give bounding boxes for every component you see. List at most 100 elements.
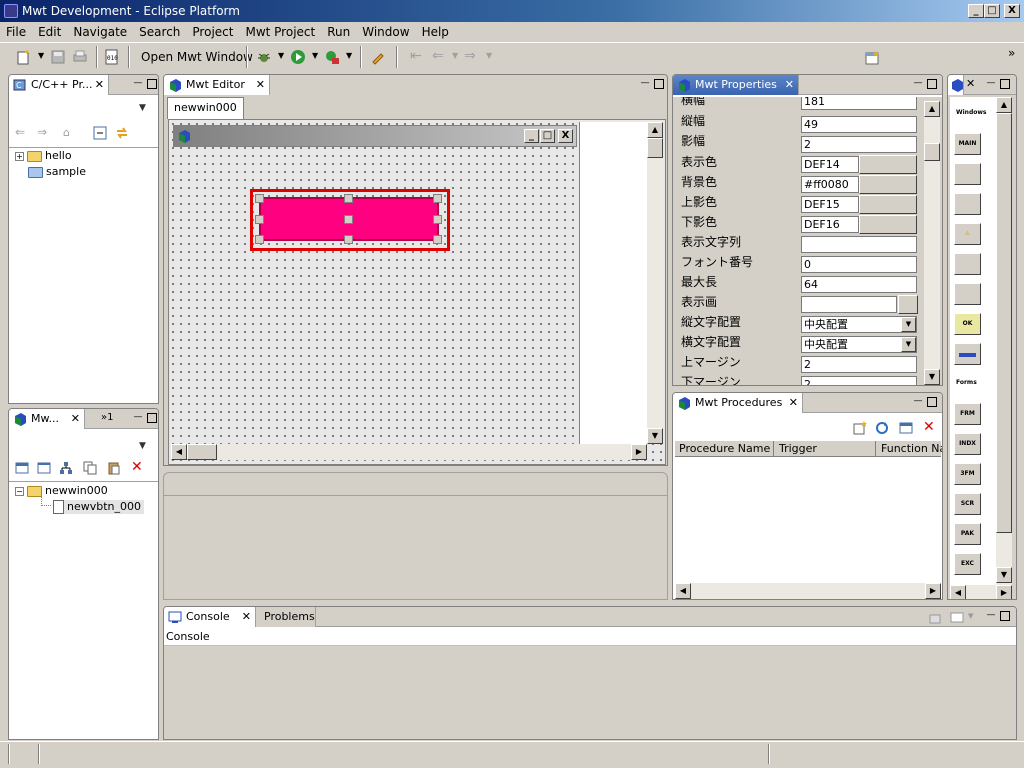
prop-input-shadow[interactable]: 2 <box>801 136 917 153</box>
prop-input-top-shadow[interactable]: DEF15 <box>801 196 859 213</box>
scroll-down-icon[interactable]: ▼ <box>996 567 1012 583</box>
hierarchy-icon[interactable] <box>59 461 73 475</box>
minimize-view-icon[interactable]: — <box>913 397 923 407</box>
new-window-icon[interactable] <box>15 461 29 475</box>
last-edit-icon[interactable]: ⇤ <box>410 48 422 64</box>
palette-ok-widget[interactable]: OK <box>954 313 981 335</box>
open-console-icon[interactable] <box>950 611 964 625</box>
design-close-button[interactable]: X <box>558 129 573 143</box>
scroll-left-icon[interactable]: ◀ <box>675 583 691 599</box>
delete-icon[interactable]: ✕ <box>923 419 935 435</box>
palette-indx-button[interactable]: INDX <box>954 433 981 455</box>
minimize-view-icon[interactable]: — <box>133 79 143 89</box>
bgcolor-picker-button[interactable] <box>859 175 917 194</box>
scroll-left-icon[interactable]: ◀ <box>171 444 187 460</box>
scroll-thumb[interactable] <box>924 143 940 161</box>
design-canvas[interactable]: _ □ X ▲ ▼ ◀ ▶ <box>168 119 666 465</box>
tab-mwt-properties[interactable]: Mwt Properties ✕ <box>673 75 799 95</box>
back-dropdown-icon[interactable]: ▼ <box>452 51 458 60</box>
image-browse-button[interactable] <box>898 295 918 314</box>
menu-run[interactable]: Run <box>321 22 356 39</box>
scroll-down-icon[interactable]: ▼ <box>924 369 940 385</box>
resize-handle[interactable] <box>344 215 353 224</box>
debug-icon[interactable] <box>256 49 272 65</box>
palette-warning-widget[interactable]: ⚠ <box>954 223 981 245</box>
maximize-view-icon[interactable] <box>1000 79 1010 89</box>
maximize-view-icon[interactable] <box>654 79 664 89</box>
view-menu-icon[interactable]: ▼ <box>139 441 146 451</box>
design-maximize-button[interactable]: □ <box>540 129 555 143</box>
resize-handle[interactable] <box>433 194 442 203</box>
forward-icon[interactable]: ⇒ <box>464 48 476 64</box>
prop-input-bottom-shadow[interactable]: DEF16 <box>801 216 859 233</box>
scroll-left-icon[interactable]: ◀ <box>950 585 966 599</box>
scroll-up-icon[interactable]: ▲ <box>924 101 940 117</box>
back-icon[interactable]: ⇐ <box>15 125 25 139</box>
copy-icon[interactable] <box>83 461 97 475</box>
menu-file[interactable]: File <box>0 22 32 39</box>
col-procedure-name[interactable]: Procedure Name <box>679 442 770 455</box>
tab-mwt-procedures[interactable]: Mwt Procedures ✕ <box>673 393 803 413</box>
palette-frm-button[interactable]: FRM <box>954 403 981 425</box>
palette-label-widget[interactable] <box>954 193 981 215</box>
palette-horizontal-scrollbar[interactable]: ◀ ▶ <box>950 585 1012 599</box>
maximize-view-icon[interactable] <box>927 397 937 407</box>
forward-dropdown-icon[interactable]: ▼ <box>486 51 492 60</box>
tree-item-newvbtn-000[interactable]: newvbtn_000 <box>53 500 145 514</box>
chevron-down-icon[interactable]: ▼ <box>901 337 916 352</box>
minimize-view-icon[interactable]: — <box>986 611 996 621</box>
prop-input-maxlen[interactable]: 64 <box>801 276 917 293</box>
fgcolor-picker-button[interactable] <box>859 155 917 174</box>
new-procedure-icon[interactable] <box>853 421 867 435</box>
menu-project[interactable]: Project <box>186 22 239 39</box>
new-dropdown-icon[interactable]: ▼ <box>38 51 44 60</box>
prop-input-top-margin[interactable]: 2 <box>801 356 917 373</box>
open-console-dropdown-icon[interactable]: ▼ <box>968 612 973 620</box>
close-icon[interactable]: ✕ <box>242 607 251 627</box>
tab-mwt-outline[interactable]: Mw... ✕ <box>9 409 85 429</box>
design-window-titlebar[interactable]: _ □ X <box>173 125 577 147</box>
resize-handle[interactable] <box>433 215 442 224</box>
back-icon[interactable]: ⇐ <box>432 48 444 64</box>
paste-icon[interactable] <box>107 461 121 475</box>
delete-icon[interactable]: ✕ <box>131 459 143 475</box>
prop-input-image[interactable] <box>801 296 897 313</box>
minimize-button[interactable]: _ <box>968 4 984 18</box>
run-dropdown-icon[interactable]: ▼ <box>312 51 318 60</box>
save-icon[interactable] <box>50 49 66 65</box>
scroll-thumb[interactable] <box>996 113 1012 533</box>
open-mwt-window-button[interactable]: Open Mwt Window <box>141 50 253 64</box>
binary-icon[interactable]: 010 <box>104 49 120 65</box>
palette-pak-button[interactable]: PAK <box>954 523 981 545</box>
design-minimize-button[interactable]: _ <box>524 129 539 143</box>
pin-console-icon[interactable] <box>928 611 942 625</box>
menu-navigate[interactable]: Navigate <box>67 22 133 39</box>
scroll-thumb[interactable] <box>647 138 663 158</box>
bottom-shadow-picker-button[interactable] <box>859 215 917 234</box>
tab-cproject[interactable]: C C/C++ Pr... ✕ <box>9 75 109 95</box>
chevron-down-icon[interactable]: ▼ <box>901 317 916 332</box>
close-icon[interactable]: ✕ <box>71 409 80 429</box>
scroll-down-icon[interactable]: ▼ <box>647 428 663 444</box>
print-icon[interactable] <box>72 49 88 65</box>
palette-button-widget[interactable] <box>954 163 981 185</box>
tree-item-hello[interactable]: + hello <box>15 149 72 162</box>
prop-input-height[interactable]: 49 <box>801 116 917 133</box>
palette-textfield-widget[interactable] <box>954 253 981 275</box>
palette-scr-button[interactable]: SCR <box>954 493 981 515</box>
editor-horizontal-scrollbar[interactable]: ◀ ▶ <box>171 444 647 460</box>
perspective-overflow-chevron[interactable]: » <box>1008 46 1015 60</box>
run-icon[interactable] <box>290 49 306 65</box>
top-shadow-picker-button[interactable] <box>859 195 917 214</box>
collapse-icon[interactable]: − <box>15 486 24 496</box>
new-wizard-icon[interactable] <box>16 49 32 65</box>
maximize-view-icon[interactable] <box>147 79 157 89</box>
pen-icon[interactable] <box>370 49 386 65</box>
menu-window[interactable]: Window <box>356 22 415 39</box>
resize-handle[interactable] <box>255 215 264 224</box>
menu-edit[interactable]: Edit <box>32 22 67 39</box>
resize-handle[interactable] <box>344 194 353 203</box>
resize-handle[interactable] <box>255 235 264 244</box>
prop-input-text[interactable] <box>801 236 917 253</box>
prop-input-bgcolor[interactable]: #ff0080 <box>801 176 859 193</box>
